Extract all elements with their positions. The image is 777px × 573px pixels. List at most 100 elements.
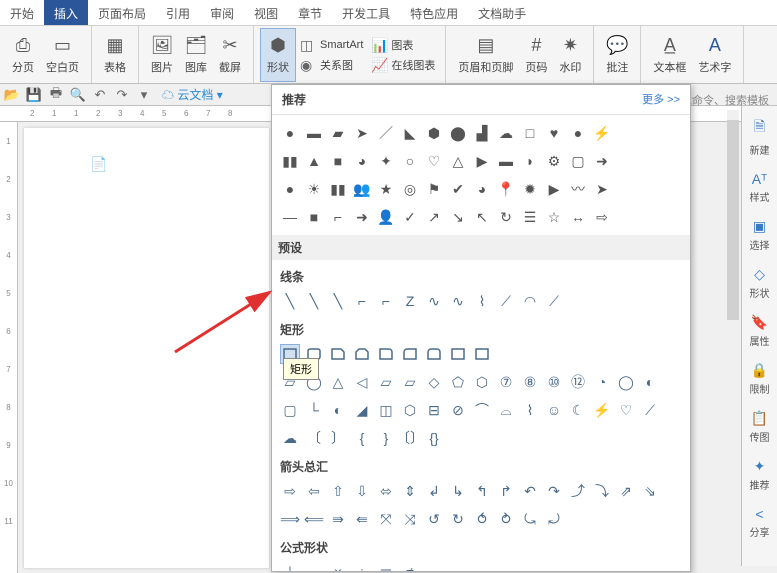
bs2-14[interactable]: ⚡ [592,400,612,420]
bs-8[interactable]: ⬠ [448,372,468,392]
line-4[interactable]: ⌐ [352,291,372,311]
shapes-button[interactable]: ⬢形状 [260,28,296,82]
ar2-5[interactable]: ⤧ [376,509,396,529]
scrollbar-vertical[interactable] [727,110,739,560]
side-style[interactable]: Aᵀ样式 [750,171,770,204]
bs-15[interactable]: ◯ [616,372,636,392]
fm-5[interactable]: ＝ [376,562,396,572]
line-10[interactable]: ⟋ [496,291,516,311]
shape-tag[interactable]: ▰ [328,123,348,143]
line-5[interactable]: ⌐ [376,291,396,311]
line-6[interactable]: Z [400,291,420,311]
preview-icon[interactable]: 🔍 [70,87,86,103]
shape-chk2[interactable]: ✓ [400,207,420,227]
bs2-5[interactable]: ◫ [376,400,396,420]
shape-arr8[interactable]: ↔ [568,207,588,227]
ar2-4[interactable]: ⇚ [352,509,372,529]
bs2-6[interactable]: ⬡ [400,400,420,420]
side-shape[interactable]: ◇形状 [750,266,770,300]
shape-target[interactable]: ◎ [400,179,420,199]
bs2-7[interactable]: ⊟ [424,400,444,420]
bs2-10[interactable]: ⌓ [496,400,516,420]
bs2-11[interactable]: ⌇ [520,400,540,420]
shape-arr4[interactable]: ➤ [592,179,612,199]
side-share[interactable]: <分享 [750,506,770,539]
shape-corner[interactable]: ⌐ [328,207,348,227]
ar2-2[interactable]: ⟸ [304,509,324,529]
shape-arr5[interactable]: ➜ [352,207,372,227]
rect-7[interactable] [424,344,444,364]
ar2-3[interactable]: ⇛ [328,509,348,529]
line-9[interactable]: ⌇ [472,291,492,311]
menu-dochelper[interactable]: 文档助手 [468,0,536,25]
cloud-doc-button[interactable]: ☁ 云文档 ▾ [162,86,223,103]
shape-cloud[interactable]: ☁ [496,123,516,143]
ar-8[interactable]: ↳ [448,481,468,501]
ar2-12[interactable]: ⤾ [544,509,564,529]
shape-rsq[interactable]: ▢ [568,151,588,171]
shape-burst[interactable]: ✹ [520,179,540,199]
rect-6[interactable] [400,344,420,364]
ar-6[interactable]: ⇕ [400,481,420,501]
side-select[interactable]: ▣选择 [750,218,770,252]
menu-pagelayout[interactable]: 页面布局 [88,0,156,25]
ar-15[interactable]: ⇗ [616,481,636,501]
menu-chapter[interactable]: 章节 [288,0,332,25]
ar2-1[interactable]: ⟹ [280,509,300,529]
shape-pause[interactable]: ▮▮ [328,179,348,199]
save-icon[interactable]: 💾 [26,87,42,103]
ar-16[interactable]: ⇘ [640,481,660,501]
fm-3[interactable]: × [328,562,348,572]
shape-bridge[interactable]: ▟ [472,123,492,143]
bs2-4[interactable]: ◢ [352,400,372,420]
bs-6[interactable]: ▱ [400,372,420,392]
gallery-button[interactable]: 🗂图库 [179,28,213,82]
shape-line[interactable]: ／ [376,123,396,143]
shape-sq3[interactable]: ■ [304,207,324,227]
shape-people[interactable]: 👥 [352,179,372,199]
shape-star2[interactable]: ☆ [544,207,564,227]
shape-ppl[interactable]: 👤 [376,207,396,227]
chart-button[interactable]: 📊图表 [367,35,439,55]
shape-pin[interactable]: 📍 [496,179,516,199]
shape-drop[interactable]: ● [568,123,588,143]
bs2-3[interactable]: ◐ [328,400,348,420]
fm-1[interactable]: ＋ [280,562,300,572]
line-7[interactable]: ∿ [424,291,444,311]
fm-2[interactable]: － [304,562,324,572]
wordart-button[interactable]: A艺术字 [692,28,737,82]
shape-cir[interactable]: ⬤ [448,123,468,143]
rect-5[interactable] [376,344,396,364]
ar-11[interactable]: ↶ [520,481,540,501]
ar-12[interactable]: ↷ [544,481,564,501]
line-12[interactable]: ⟋ [544,291,564,311]
shape-menu[interactable]: ☰ [520,207,540,227]
bs-9[interactable]: ⬡ [472,372,492,392]
comment-button[interactable]: 💬批注 [600,28,634,82]
shape-arr3[interactable]: ➜ [592,151,612,171]
shape-gear[interactable]: ⚙ [544,151,564,171]
menu-devtools[interactable]: 开发工具 [332,0,400,25]
bs-3[interactable]: △ [328,372,348,392]
shape-roundsq[interactable]: ▬ [304,123,324,143]
textbox-button[interactable]: A̲文本框 [647,28,692,82]
rect-9[interactable] [472,344,492,364]
shape-arr2[interactable]: ▶ [472,151,492,171]
ar2-7[interactable]: ↺ [424,509,444,529]
fm-6[interactable]: ≠ [400,562,420,572]
shape-heart2[interactable]: ♡ [424,151,444,171]
bs-12[interactable]: ⑩ [544,372,564,392]
shape-arrow[interactable]: ➤ [352,123,372,143]
redo-icon[interactable]: ↷ [114,87,130,103]
menu-review[interactable]: 审阅 [200,0,244,25]
fm-4[interactable]: ÷ [352,562,372,572]
bs-13[interactable]: ⑫ [568,372,588,392]
shape-bolt[interactable]: ⚡ [592,123,612,143]
bs2-2[interactable]: └ [304,400,324,420]
bs-10[interactable]: ⑦ [496,372,516,392]
ar-2[interactable]: ⇦ [304,481,324,501]
menu-references[interactable]: 引用 [156,0,200,25]
bs3-6[interactable]: 〔〕 [400,428,420,448]
bs-16[interactable]: ◐ [640,372,660,392]
rect-4[interactable] [352,344,372,364]
